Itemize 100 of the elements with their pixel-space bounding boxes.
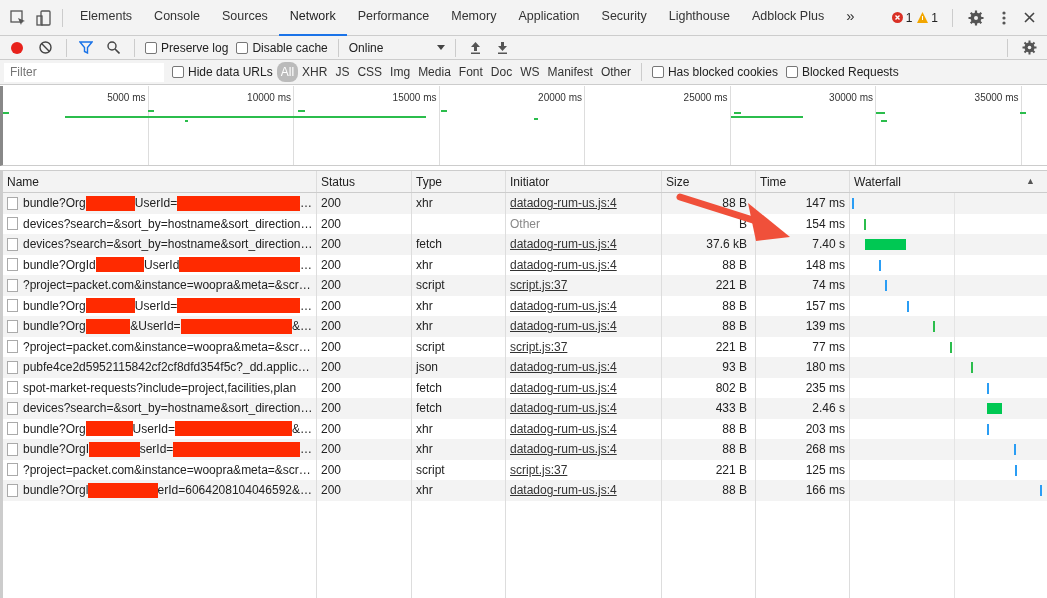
- request-name[interactable]: pubfe4ce2d5952115842cf2cf8dfd354f5c?_dd.applic…: [23, 358, 310, 377]
- upload-icon[interactable]: [469, 41, 481, 54]
- request-name[interactable]: bundle?OrgId: [23, 255, 96, 274]
- request-name[interactable]: …: [300, 255, 312, 274]
- hide-data-urls-checkbox[interactable]: [172, 66, 184, 78]
- request-name[interactable]: serId=: [139, 440, 174, 459]
- initiator-link[interactable]: script.js:37: [510, 337, 568, 356]
- type-filter[interactable]: Other: [596, 62, 635, 82]
- blocked-cookies-checkbox[interactable]: [651, 66, 664, 78]
- request-name[interactable]: UserId: [144, 255, 180, 274]
- type-text: script: [416, 338, 445, 356]
- type-filter[interactable]: Doc: [486, 62, 517, 82]
- request-name[interactable]: &UserId=: [130, 317, 181, 336]
- preserve-log-checkbox[interactable]: [145, 41, 157, 54]
- panel-tab[interactable]: Security: [590, 0, 658, 36]
- column-header[interactable]: Status: [321, 172, 356, 191]
- redaction-mark: [85, 318, 131, 334]
- initiator-link[interactable]: datadog-rum-us.js:4: [510, 440, 617, 459]
- initiator-link[interactable]: datadog-rum-us.js:4: [510, 481, 617, 500]
- type-filter[interactable]: JS: [331, 62, 354, 82]
- column-header[interactable]: Waterfall: [854, 172, 901, 191]
- type-filter[interactable]: Manifest: [543, 62, 597, 82]
- initiator-link[interactable]: datadog-rum-us.js:4: [510, 317, 617, 336]
- initiator-link[interactable]: datadog-rum-us.js:4: [510, 194, 617, 213]
- device-toolbar-icon[interactable]: [36, 9, 52, 26]
- request-name[interactable]: devices?search=&sort_by=hostname&sort_direction…: [23, 214, 313, 233]
- request-name[interactable]: ?project=packet.com&instance=woopra&meta=&scr…: [23, 337, 311, 356]
- column-header[interactable]: Time: [760, 172, 787, 191]
- redaction-mark: [85, 195, 135, 211]
- blocked-requests-label: Blocked Requests: [801, 64, 899, 81]
- type-filter[interactable]: WS: [516, 62, 544, 82]
- initiator-link[interactable]: datadog-rum-us.js:4: [510, 255, 617, 274]
- request-name[interactable]: devices?search=&sort_by=hostname&sort_direction…: [23, 235, 313, 254]
- filter-icon[interactable]: [79, 41, 93, 54]
- size-text: 802 B: [715, 379, 747, 397]
- clear-icon[interactable]: [39, 41, 52, 54]
- initiator-link[interactable]: script.js:37: [510, 276, 568, 295]
- download-icon[interactable]: [496, 41, 508, 54]
- redaction-mark: [88, 482, 158, 498]
- request-name[interactable]: bundle?Orgl: [23, 481, 89, 500]
- more-tabs-button[interactable]: »: [835, 0, 866, 36]
- request-name[interactable]: ?project=packet.com&instance=woopra&meta=&scr…: [23, 276, 311, 295]
- filter-field[interactable]: Filter: [4, 62, 164, 82]
- request-name[interactable]: bundle?Org: [23, 317, 86, 336]
- request-name[interactable]: bundle?Org: [23, 296, 86, 315]
- type-text: script: [416, 277, 445, 295]
- search-icon[interactable]: [107, 41, 120, 54]
- request-name[interactable]: ?project=packet.com&instance=woopra&meta=&scr…: [23, 460, 311, 479]
- request-name[interactable]: UserId=: [134, 296, 178, 315]
- status-text: 200: [321, 195, 342, 213]
- record-icon[interactable]: [11, 41, 23, 54]
- size-text: 37.6 kB: [706, 236, 747, 254]
- initiator-link[interactable]: datadog-rum-us.js:4: [510, 378, 617, 397]
- panel-tab[interactable]: Adblock Plus: [740, 0, 836, 36]
- type-filter[interactable]: Font: [454, 62, 487, 82]
- request-name[interactable]: devices?search=&sort_by=hostname&sort_direction…: [23, 399, 313, 418]
- request-name[interactable]: erId=6064208104046592&…: [157, 481, 312, 500]
- sort-icon[interactable]: ▲: [1026, 174, 1035, 189]
- initiator-link[interactable]: datadog-rum-us.js:4: [510, 358, 617, 377]
- blocked-requests-checkbox[interactable]: [785, 66, 798, 78]
- initiator-link[interactable]: datadog-rum-us.js:4: [510, 235, 617, 254]
- request-name[interactable]: bundle?Org: [23, 194, 86, 213]
- panel-tab[interactable]: Application: [507, 0, 591, 36]
- type-filter[interactable]: XHR: [298, 62, 332, 82]
- type-filter[interactable]: Media: [414, 62, 455, 82]
- close-icon[interactable]: [1024, 12, 1035, 23]
- type-filter[interactable]: Img: [386, 62, 415, 82]
- column-header[interactable]: Type: [416, 172, 442, 191]
- panel-tab[interactable]: Elements: [69, 0, 144, 36]
- settings-icon[interactable]: [1022, 40, 1037, 55]
- redaction-mark: [95, 257, 144, 273]
- panel-tab[interactable]: Lighthouse: [657, 0, 741, 36]
- initiator-link[interactable]: script.js:37: [510, 460, 568, 479]
- request-name[interactable]: bundle?OrgI: [23, 440, 90, 459]
- request-name[interactable]: UserId=: [132, 419, 175, 438]
- column-header[interactable]: Size: [666, 172, 690, 191]
- request-name[interactable]: &…: [292, 317, 312, 336]
- request-name[interactable]: &…: [292, 419, 312, 438]
- initiator-link[interactable]: datadog-rum-us.js:4: [510, 296, 617, 315]
- disable-cache-checkbox[interactable]: [236, 41, 249, 54]
- panel-tab[interactable]: Sources: [211, 0, 279, 36]
- settings-icon[interactable]: [968, 9, 984, 26]
- column-header[interactable]: Name: [7, 172, 39, 191]
- panel-tab[interactable]: Console: [143, 0, 211, 36]
- panel-tab[interactable]: Performance: [346, 0, 441, 36]
- request-name[interactable]: …: [300, 194, 312, 213]
- panel-tab[interactable]: Memory: [440, 0, 508, 36]
- initiator-link[interactable]: datadog-rum-us.js:4: [510, 399, 617, 418]
- request-name[interactable]: …: [300, 296, 312, 315]
- file-icon: [7, 217, 18, 231]
- request-name[interactable]: bundle?Org: [23, 419, 86, 438]
- type-filter[interactable]: CSS: [353, 62, 387, 82]
- request-name[interactable]: UserId=: [134, 194, 178, 213]
- inspect-icon[interactable]: [10, 9, 26, 26]
- initiator-link[interactable]: datadog-rum-us.js:4: [510, 419, 617, 438]
- request-name[interactable]: …: [300, 440, 312, 459]
- more-options-icon[interactable]: [1002, 10, 1006, 25]
- request-name[interactable]: spot-market-requests?include=project,facilities,plan: [23, 378, 297, 397]
- throttling-dropdown[interactable]: Online: [344, 38, 449, 57]
- column-header[interactable]: Initiator: [510, 172, 550, 191]
